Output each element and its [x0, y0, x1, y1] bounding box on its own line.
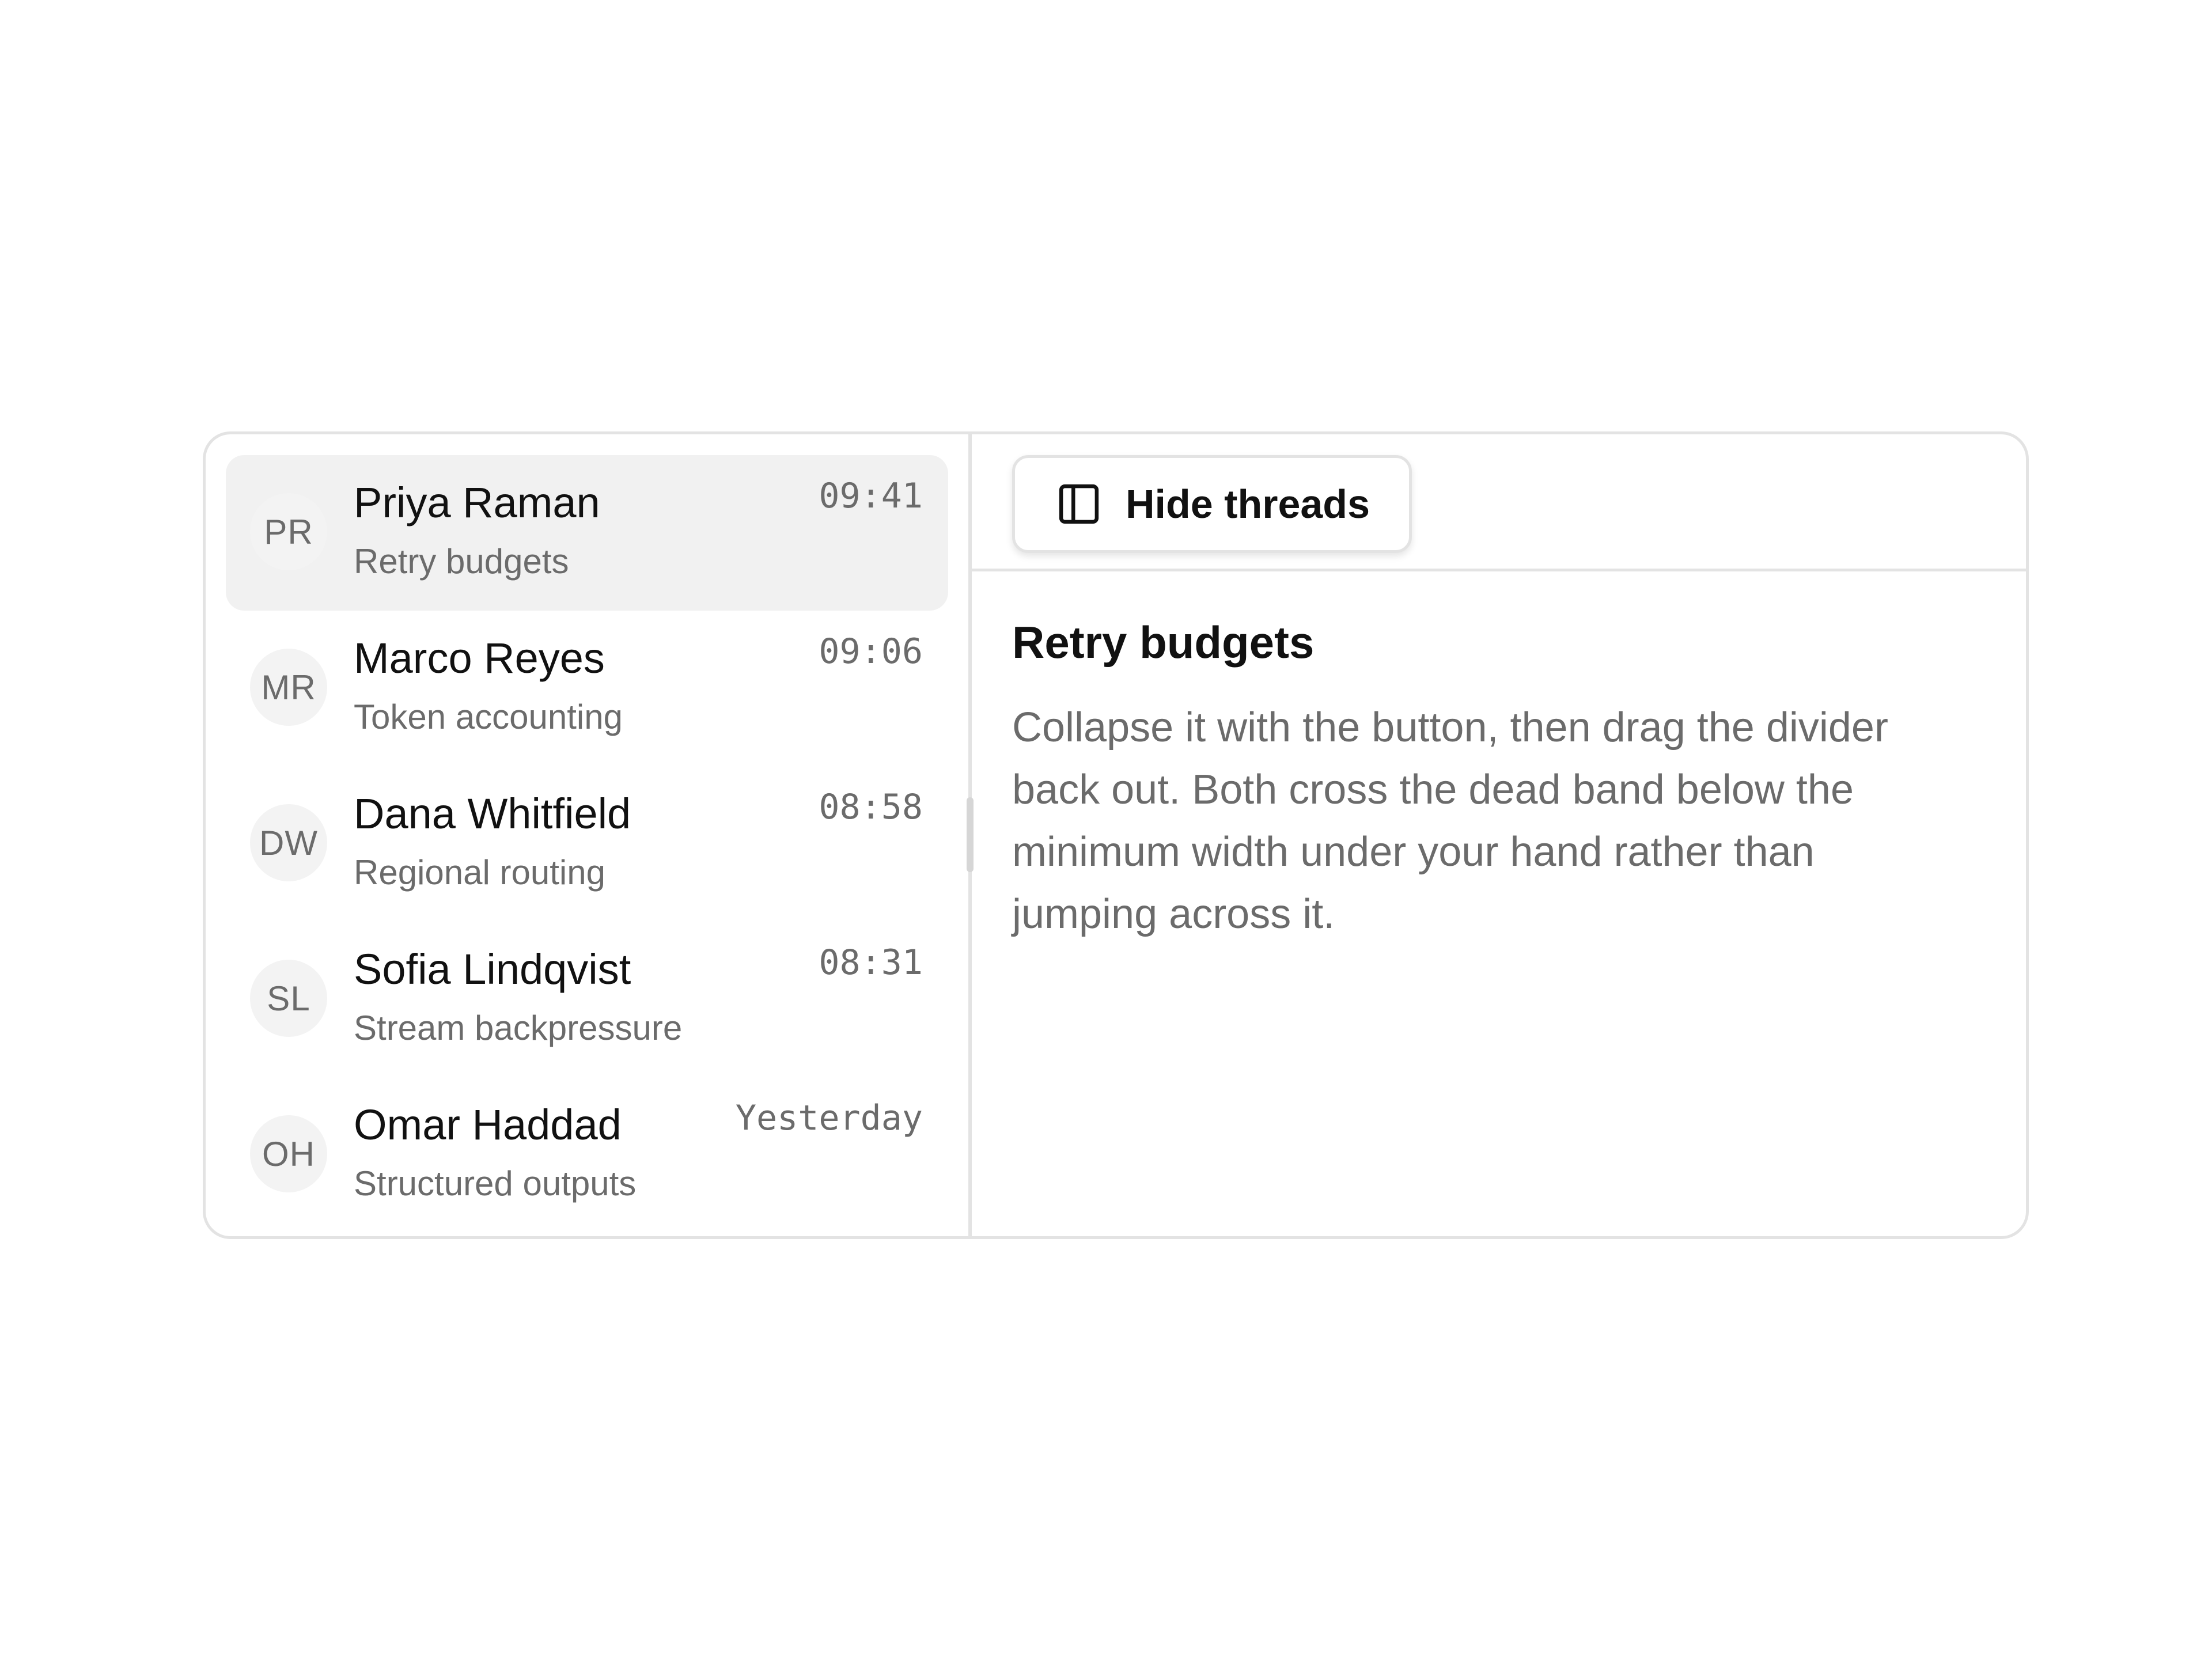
thread-sender: Sofia Lindqvist [354, 945, 631, 993]
thread-sender: Omar Haddad [354, 1101, 622, 1149]
avatar: SL [250, 960, 327, 1037]
thread-time: 09:41 [819, 476, 923, 516]
thread-sender: Dana Whitfield [354, 790, 631, 838]
thread-time: 09:06 [819, 631, 923, 672]
thread-item[interactable]: DW Dana Whitfield Regional routing 08:58 [226, 766, 948, 922]
split-panel: PR Priya Raman Retry budgets 09:41 MR Ma… [203, 431, 2029, 1239]
hide-threads-button[interactable]: Hide threads [1012, 455, 1412, 553]
thread-detail: Hide threads Retry budgets Collapse it w… [972, 434, 2026, 1236]
thread-list: PR Priya Raman Retry budgets 09:41 MR Ma… [206, 434, 968, 1236]
avatar: DW [250, 804, 327, 881]
hide-threads-label: Hide threads [1126, 482, 1370, 527]
thread-item[interactable]: OH Omar Haddad Structured outputs Yester… [226, 1077, 948, 1233]
thread-sender: Priya Raman [354, 479, 600, 527]
thread-time: Yesterday [735, 1098, 923, 1138]
detail-content: Retry budgets Collapse it with the butto… [972, 571, 2026, 945]
thread-item[interactable]: SL Sofia Lindqvist Stream backpressure 0… [226, 922, 948, 1077]
sidebar-panel-icon [1056, 482, 1101, 527]
thread-item[interactable]: MR Marco Reyes Token accounting 09:06 [226, 611, 948, 766]
divider-drag-handle[interactable] [967, 797, 974, 872]
thread-subject: Retry budgets [354, 542, 569, 581]
avatar: MR [250, 649, 327, 726]
detail-toolbar: Hide threads [972, 434, 2026, 571]
avatar: PR [250, 493, 327, 570]
avatar: OH [250, 1115, 327, 1192]
thread-subject: Structured outputs [354, 1164, 637, 1203]
thread-subject: Stream backpressure [354, 1009, 683, 1047]
thread-item[interactable]: PR Priya Raman Retry budgets 09:41 [226, 455, 948, 611]
detail-body: Collapse it with the button, then drag t… [1012, 704, 1888, 937]
thread-sender: Marco Reyes [354, 634, 605, 682]
detail-title: Retry budgets [1012, 617, 1315, 668]
thread-time: 08:31 [819, 942, 923, 983]
thread-subject: Token accounting [354, 698, 623, 736]
thread-subject: Regional routing [354, 853, 605, 892]
thread-time: 08:58 [819, 787, 923, 827]
